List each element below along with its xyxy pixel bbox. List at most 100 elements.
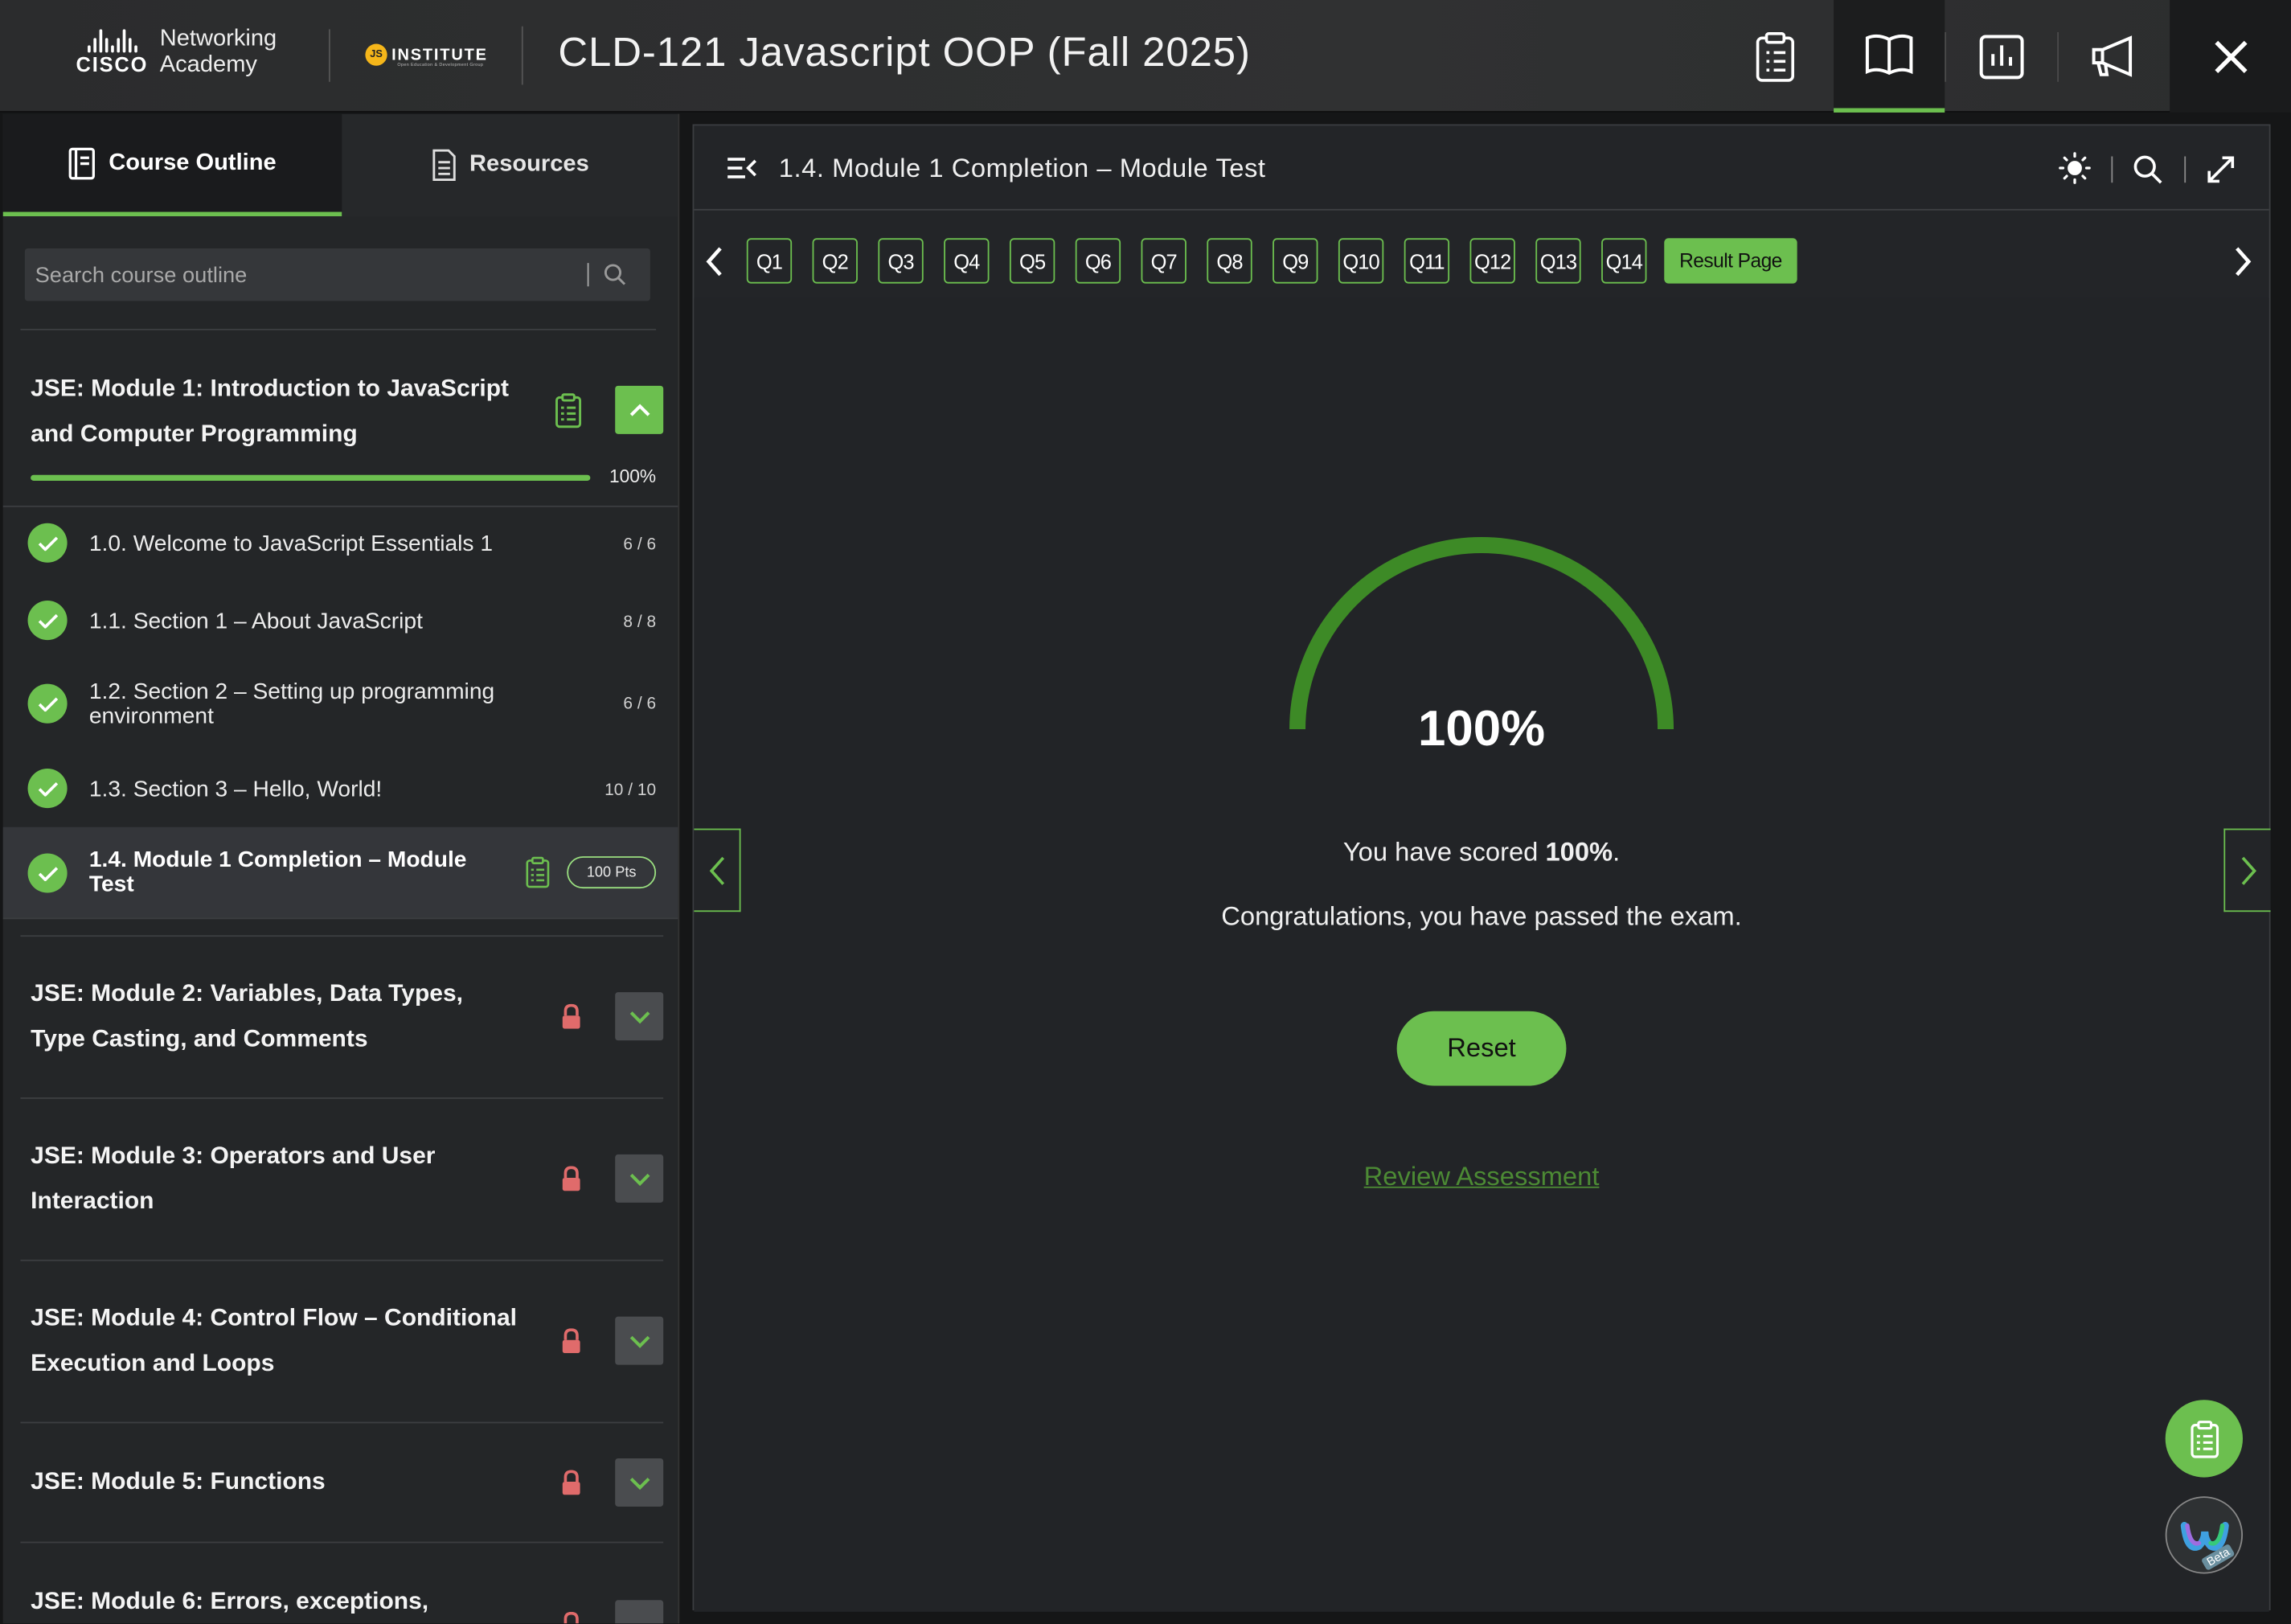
question-button-q9[interactable]: Q9 xyxy=(1273,238,1318,284)
chevron-left-icon xyxy=(708,855,724,884)
chevron-left-icon[interactable] xyxy=(706,245,723,277)
announcements-button[interactable] xyxy=(2059,0,2170,113)
lock-icon xyxy=(562,1003,580,1029)
question-button-q6[interactable]: Q6 xyxy=(1075,238,1121,284)
module-title-line: JSE: Module 5: Functions xyxy=(31,1468,326,1495)
header-divider xyxy=(328,29,330,82)
module-title-line: JSE: Module 4: Control Flow – Conditiona… xyxy=(31,1305,517,1331)
tab-course-outline[interactable]: Course Outline xyxy=(2,113,342,217)
cisco-wordmark: CISCO xyxy=(76,52,149,76)
lesson-item-1-1[interactable]: 1.1. Section 1 – About JavaScript 8 / 8 xyxy=(3,583,678,659)
grades-button[interactable] xyxy=(1946,0,2057,113)
floating-assessment-button[interactable] xyxy=(2165,1400,2244,1478)
question-button-q3[interactable]: Q3 xyxy=(878,238,924,284)
top-bar: CISCO Networking Academy JS INSTITUTE Op… xyxy=(0,0,2291,113)
content-panel: 1.4. Module 1 Completion – Module Test Q… xyxy=(692,124,2271,1612)
result-page: 100% You have scored 100%. Congratulatio… xyxy=(694,297,2269,1612)
lesson-progress-count: 6 / 6 xyxy=(623,536,657,554)
question-button-q8[interactable]: Q8 xyxy=(1207,238,1252,284)
chevron-down-icon xyxy=(629,1477,650,1490)
lesson-item-1-3[interactable]: 1.3. Section 3 – Hello, World! 10 / 10 xyxy=(3,749,678,826)
lesson-title-line: environment xyxy=(88,704,214,729)
question-button-q7[interactable]: Q7 xyxy=(1141,238,1186,284)
module-1-title[interactable]: JSE: Module 1: Introduction to JavaScrip… xyxy=(31,367,509,457)
search-icon[interactable] xyxy=(604,263,627,286)
clipboard-icon xyxy=(1756,31,1795,81)
js-badge: JS xyxy=(365,43,387,66)
question-button-q5[interactable]: Q5 xyxy=(1009,238,1055,284)
question-navigation: Q1 Q2 Q3 Q4 Q5 Q6 Q7 Q8 Q9 Q10 Q11 Q12 Q… xyxy=(694,228,2268,294)
tab-resources[interactable]: Resources xyxy=(341,113,678,217)
score-message-value: 100% xyxy=(1545,837,1613,867)
sidebar-tabs: Course Outline Resources xyxy=(2,113,678,217)
lesson-item-1-0[interactable]: 1.0. Welcome to JavaScript Essentials 1 … xyxy=(3,506,678,582)
module-title-line: Interaction xyxy=(31,1187,154,1215)
book-button[interactable] xyxy=(1834,0,1945,113)
close-icon xyxy=(2214,39,2247,73)
tab-resources-label: Resources xyxy=(469,152,589,177)
question-button-q14[interactable]: Q14 xyxy=(1601,238,1647,284)
lesson-item-1-4-active[interactable]: 1.4. Module 1 Completion – Module Test 1… xyxy=(2,826,678,918)
brightness-icon[interactable] xyxy=(2059,152,2091,184)
question-button-q10[interactable]: Q10 xyxy=(1338,238,1384,284)
cisco-bars-icon xyxy=(87,29,137,53)
completed-check-icon xyxy=(27,601,68,641)
divider xyxy=(20,1097,664,1099)
megaphone-icon xyxy=(2092,35,2133,76)
question-button-q1[interactable]: Q1 xyxy=(746,238,793,284)
clipboard-button[interactable] xyxy=(1719,0,1830,113)
question-button-q13[interactable]: Q13 xyxy=(1535,238,1581,284)
expand-icon[interactable] xyxy=(2207,155,2236,184)
previous-page-button[interactable] xyxy=(694,828,741,912)
module-title-line: JSE: Module 6: Errors, exceptions, xyxy=(31,1588,429,1615)
module-5-title[interactable]: JSE: Module 5: Functions xyxy=(31,1460,326,1505)
module-6-title[interactable]: JSE: Module 6: Errors, exceptions, xyxy=(31,1580,428,1624)
module-title-line: Type Casting, and Comments xyxy=(31,1025,368,1052)
lesson-title: 1.4. Module 1 Completion – Module Test xyxy=(89,847,467,897)
next-page-button[interactable] xyxy=(2223,828,2271,912)
divider xyxy=(20,1421,664,1424)
reset-button[interactable]: Reset xyxy=(1396,1011,1567,1086)
module-4-title[interactable]: JSE: Module 4: Control Flow – Conditiona… xyxy=(31,1296,517,1387)
cisco-networking-academy-logo[interactable]: CISCO Networking Academy xyxy=(76,27,277,79)
question-button-q11[interactable]: Q11 xyxy=(1404,238,1450,284)
lesson-item-1-2[interactable]: 1.2. Section 2 – Setting up programming … xyxy=(3,659,678,750)
clipboard-icon xyxy=(2190,1420,2219,1458)
chevron-right-icon xyxy=(2240,855,2256,884)
module-2-expand-button[interactable] xyxy=(615,992,664,1041)
lesson-progress-count: 10 / 10 xyxy=(605,781,657,800)
score-percentage: 100% xyxy=(1418,701,1546,757)
collapse-sidebar-icon[interactable] xyxy=(726,156,758,179)
question-button-q12[interactable]: Q12 xyxy=(1469,238,1515,284)
close-button[interactable] xyxy=(2170,0,2291,113)
academy-text: Academy xyxy=(159,52,257,78)
divider xyxy=(20,1541,664,1544)
assessment-clipboard-icon xyxy=(526,856,550,888)
search-box xyxy=(24,248,650,301)
chevron-right-icon[interactable] xyxy=(2234,245,2252,277)
module-3-expand-button[interactable] xyxy=(615,1154,664,1203)
chevron-down-icon xyxy=(629,1335,650,1347)
module-1-progress-fill xyxy=(31,474,591,481)
lesson-title-line: 1.2. Section 2 – Setting up programming xyxy=(88,679,495,705)
book-icon xyxy=(1865,34,1913,76)
module-4-expand-button[interactable] xyxy=(615,1316,664,1365)
result-page-button[interactable]: Result Page xyxy=(1664,238,1797,284)
module-6-expand-button[interactable] xyxy=(615,1600,664,1624)
chart-icon xyxy=(1979,34,2024,79)
question-button-q2[interactable]: Q2 xyxy=(812,238,858,284)
review-assessment-link[interactable]: Review Assessment xyxy=(694,1162,2268,1192)
module-2-title[interactable]: JSE: Module 2: Variables, Data Types, Ty… xyxy=(31,972,463,1063)
tab-course-outline-label: Course Outline xyxy=(109,150,277,175)
module-1-collapse-button[interactable] xyxy=(615,385,664,434)
question-button-q4[interactable]: Q4 xyxy=(944,238,990,284)
completed-check-icon xyxy=(27,769,68,809)
assistant-button[interactable]: Beta xyxy=(2165,1496,2244,1574)
module-title-line: Execution and Loops xyxy=(31,1350,275,1377)
module-title-line: JSE: Module 3: Operators and User xyxy=(31,1142,436,1170)
module-5-expand-button[interactable] xyxy=(615,1458,664,1507)
module-3-title[interactable]: JSE: Module 3: Operators and User Intera… xyxy=(31,1134,435,1224)
search-input[interactable] xyxy=(24,248,580,301)
chevron-down-icon xyxy=(629,1173,650,1186)
search-icon[interactable] xyxy=(2133,155,2162,184)
